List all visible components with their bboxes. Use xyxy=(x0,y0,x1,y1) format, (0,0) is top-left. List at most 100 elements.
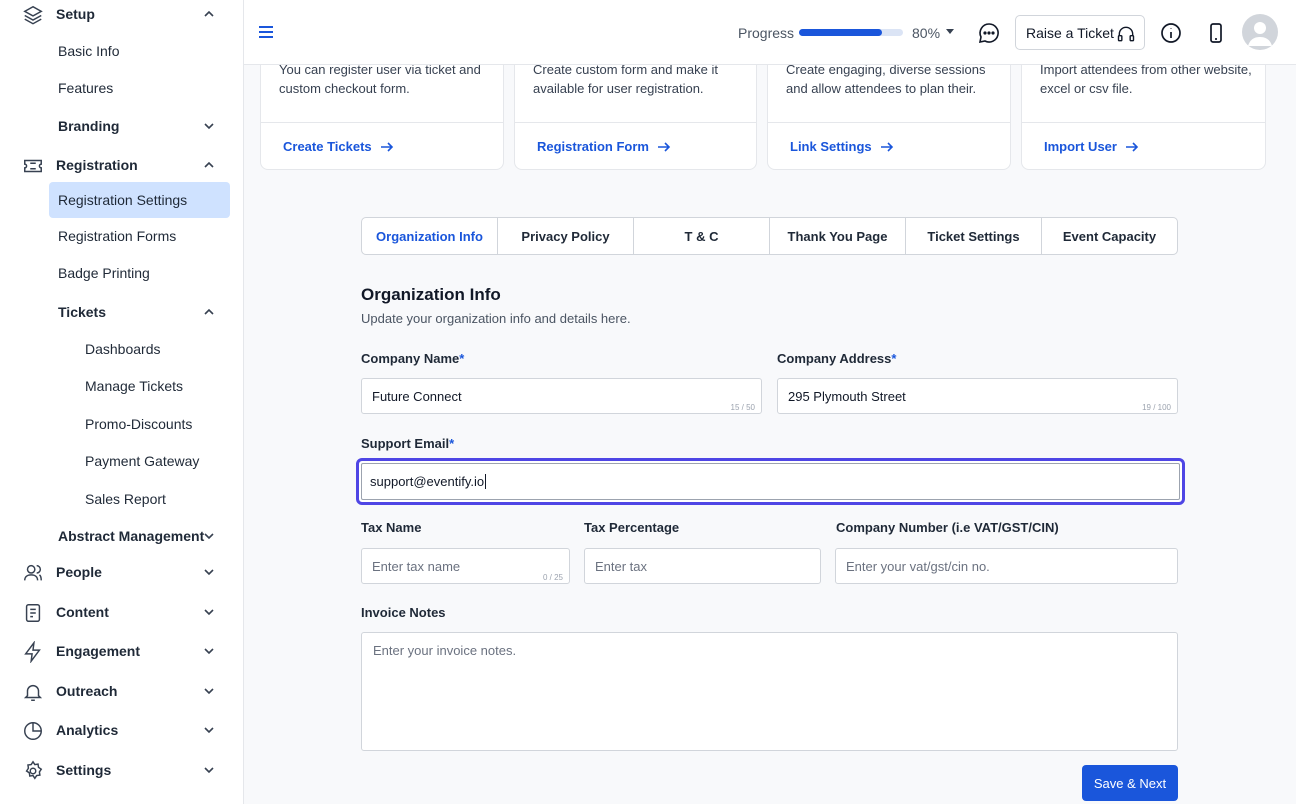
sidebar-item-registration-forms[interactable]: Registration Forms xyxy=(0,222,243,250)
label-text: Company Name xyxy=(361,351,460,366)
sidebar-item-label: Setup xyxy=(56,6,95,22)
sidebar-item-label: Sales Report xyxy=(85,491,166,507)
sidebar-item-payment-gateway[interactable]: Payment Gateway xyxy=(0,447,243,475)
card-description: Create engaging, diverse sessions and al… xyxy=(786,62,986,96)
tax-percentage-label: Tax Percentage xyxy=(584,520,680,535)
char-counter: 0 / 25 xyxy=(542,573,563,582)
chevron-up-icon xyxy=(204,10,214,17)
link-settings-link[interactable]: Link Settings xyxy=(790,139,894,154)
save-next-button[interactable]: Save & Next xyxy=(1082,765,1178,801)
gear-icon xyxy=(22,760,44,782)
sidebar-item-label: Registration Settings xyxy=(58,192,188,208)
support-email-input[interactable]: support@eventify.io xyxy=(356,458,1185,505)
pie-chart-icon xyxy=(22,720,44,742)
input-placeholder: Enter tax xyxy=(595,558,648,574)
sidebar-item-abstract-management[interactable]: Abstract Management xyxy=(0,522,243,550)
headset-icon xyxy=(1117,26,1135,42)
sidebar-item-dashboards[interactable]: Dashboards xyxy=(0,335,243,363)
link-label: Registration Form xyxy=(537,139,649,154)
textarea-placeholder: Enter your invoice notes. xyxy=(373,643,517,658)
invoice-notes-textarea[interactable]: Enter your invoice notes. xyxy=(361,632,1178,751)
chevron-down-icon xyxy=(204,533,214,540)
chevron-down-icon xyxy=(204,767,214,774)
progress-dropdown-caret-icon[interactable] xyxy=(946,29,954,34)
info-icon[interactable] xyxy=(1159,21,1183,45)
section-title: Organization Info xyxy=(361,285,501,304)
chat-icon[interactable] xyxy=(977,21,1001,45)
sidebar-item-label: Tickets xyxy=(58,304,106,320)
support-email-label: Support Email* xyxy=(361,436,454,451)
card-description: You can register user via ticket and cus… xyxy=(279,62,481,96)
layers-icon xyxy=(22,4,44,26)
progress-bar xyxy=(799,29,903,36)
document-icon xyxy=(22,602,44,624)
sidebar-item-settings[interactable]: Settings xyxy=(0,756,243,784)
registration-form-link[interactable]: Registration Form xyxy=(537,139,671,154)
company-number-input[interactable]: Enter your vat/gst/cin no. xyxy=(835,548,1178,584)
sidebar-item-badge-printing[interactable]: Badge Printing xyxy=(0,259,243,287)
sidebar-item-label: Abstract Management xyxy=(58,528,205,544)
card-sessions: Create engaging, diverse sessions and al… xyxy=(767,55,1011,170)
tab-thank-you-page[interactable]: Thank You Page xyxy=(770,218,906,254)
sidebar-item-branding[interactable]: Branding xyxy=(0,112,243,140)
section-subtitle: Update your organization info and detail… xyxy=(361,311,631,326)
tab-event-capacity[interactable]: Event Capacity xyxy=(1042,218,1177,254)
sidebar-item-manage-tickets[interactable]: Manage Tickets xyxy=(0,372,243,400)
company-name-input[interactable]: Future Connect 15 / 50 xyxy=(361,378,762,414)
sidebar-item-engagement[interactable]: Engagement xyxy=(0,637,243,665)
sidebar-item-basic-info[interactable]: Basic Info xyxy=(0,37,243,65)
raise-ticket-button[interactable]: Raise a Ticket xyxy=(1015,15,1145,50)
sidebar-item-label: Registration Forms xyxy=(58,228,177,244)
required-mark: * xyxy=(891,351,897,366)
card-description: Import attendees from other website, exc… xyxy=(1040,62,1252,96)
tab-terms-conditions[interactable]: T & C xyxy=(634,218,770,254)
sidebar-item-label: Manage Tickets xyxy=(85,378,184,394)
card-description: Create custom form and make it available… xyxy=(533,62,718,96)
input-value: support@eventify.io xyxy=(370,474,485,489)
link-label: Import User xyxy=(1044,139,1117,154)
create-tickets-link[interactable]: Create Tickets xyxy=(283,139,394,154)
settings-tabs: Organization Info Privacy Policy T & C T… xyxy=(361,217,1178,255)
tab-organization-info[interactable]: Organization Info xyxy=(362,218,498,254)
sidebar-item-label: Settings xyxy=(56,762,112,778)
chevron-down-icon xyxy=(204,727,214,734)
company-name-label: Company Name* xyxy=(361,351,464,366)
tab-ticket-settings[interactable]: Ticket Settings xyxy=(906,218,1042,254)
sidebar-item-outreach[interactable]: Outreach xyxy=(0,677,243,705)
card-divider xyxy=(515,122,756,123)
top-header: Progress 80% Raise a Ticket xyxy=(244,0,1296,65)
import-user-link[interactable]: Import User xyxy=(1044,139,1139,154)
arrow-right-icon xyxy=(657,141,671,152)
sidebar-item-features[interactable]: Features xyxy=(0,74,243,102)
chevron-down-icon xyxy=(204,609,214,616)
sidebar-item-people[interactable]: People xyxy=(0,558,243,586)
sidebar-item-label: Outreach xyxy=(56,683,118,699)
progress-label: Progress xyxy=(738,25,795,41)
company-address-label: Company Address* xyxy=(777,351,896,366)
sidebar-item-label: Payment Gateway xyxy=(85,453,200,469)
sidebar-item-label: Features xyxy=(58,80,114,96)
raise-ticket-label: Raise a Ticket xyxy=(1026,24,1114,41)
sidebar-item-tickets[interactable]: Tickets xyxy=(0,298,243,326)
input-placeholder: Enter tax name xyxy=(372,558,461,574)
sidebar-item-content[interactable]: Content xyxy=(0,598,243,626)
company-address-input[interactable]: 295 Plymouth Street 19 / 100 xyxy=(777,378,1178,414)
tab-privacy-policy[interactable]: Privacy Policy xyxy=(498,218,634,254)
support-email-inner: support@eventify.io xyxy=(361,463,1180,500)
sidebar-item-registration-settings[interactable]: Registration Settings xyxy=(0,186,243,214)
mobile-phone-icon[interactable] xyxy=(1204,21,1228,45)
sidebar-item-promo-discounts[interactable]: Promo-Discounts xyxy=(0,410,243,438)
card-registration-form: Create custom form and make it available… xyxy=(514,55,757,170)
hamburger-menu-icon[interactable] xyxy=(259,25,273,39)
sidebar-item-analytics[interactable]: Analytics xyxy=(0,716,243,744)
sidebar-item-registration[interactable]: Registration xyxy=(0,151,243,179)
card-divider xyxy=(261,122,503,123)
tax-name-input[interactable]: Enter tax name 0 / 25 xyxy=(361,548,570,584)
sidebar-item-sales-report[interactable]: Sales Report xyxy=(0,485,243,513)
invoice-notes-label: Invoice Notes xyxy=(361,605,446,620)
sidebar-item-label: Registration xyxy=(56,157,138,173)
avatar[interactable] xyxy=(1242,14,1278,50)
input-placeholder: Enter your vat/gst/cin no. xyxy=(846,558,990,574)
sidebar-item-setup[interactable]: Setup xyxy=(0,0,243,28)
tax-percentage-input[interactable]: Enter tax xyxy=(584,548,821,584)
